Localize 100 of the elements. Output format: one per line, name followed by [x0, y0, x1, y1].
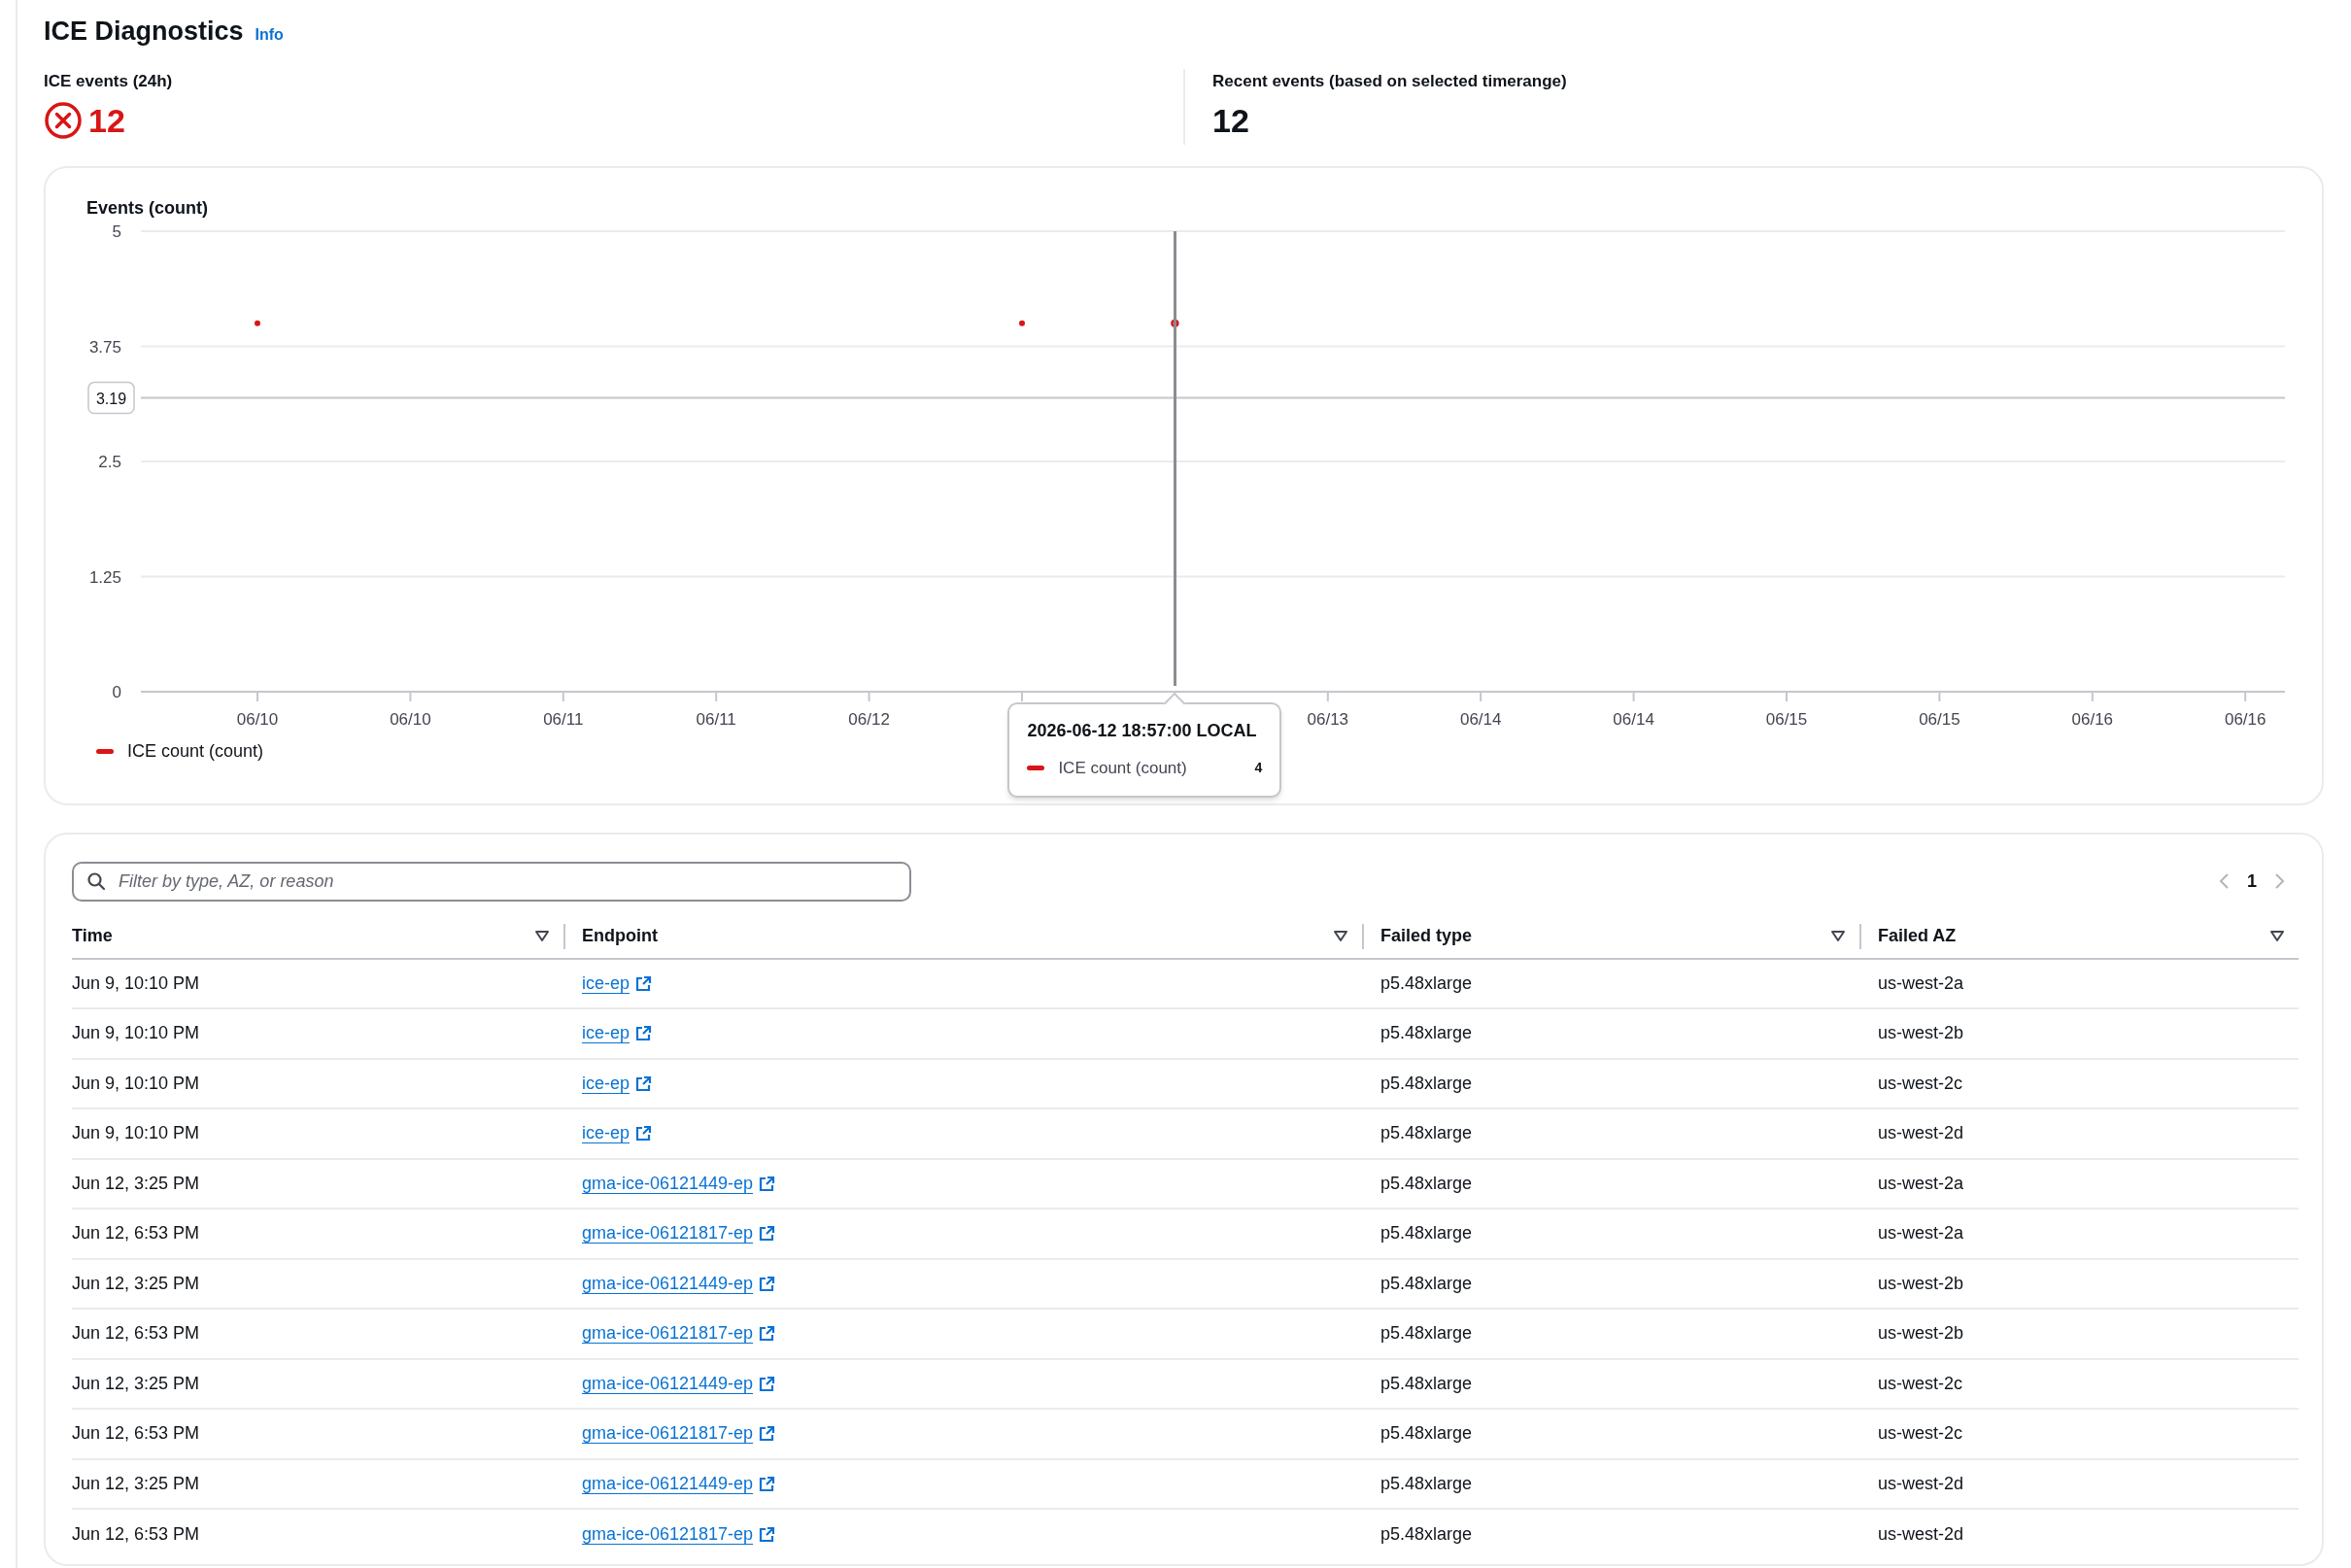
endpoint-link[interactable]: gma-ice-06121817-ep: [582, 1320, 754, 1347]
x-tick-mark: [2091, 690, 2094, 702]
page-title: ICE Diagnostics: [44, 16, 244, 48]
column-header[interactable]: Endpoint: [565, 921, 1362, 951]
external-link-icon: [759, 1375, 776, 1392]
y-tick-label: 3.75: [88, 337, 121, 356]
external-link-icon: [759, 1175, 776, 1192]
table-cell-text: p5.48xlarge: [1380, 1422, 1473, 1446]
endpoint-link[interactable]: gma-ice-06121449-ep: [582, 1270, 754, 1297]
table-cell-text: us-west-2c: [1878, 1372, 1963, 1395]
external-link-icon: [635, 974, 653, 992]
x-tick-label: 06/16: [2224, 709, 2266, 729]
x-tick-label: 06/10: [236, 709, 279, 729]
table-cell-text: Jun 9, 10:10 PM: [72, 971, 200, 995]
table-cell-text: p5.48xlarge: [1380, 1172, 1473, 1195]
table-cell-text: p5.48xlarge: [1380, 1523, 1473, 1547]
data-point: [1019, 320, 1025, 326]
sort-triangle-icon: [1333, 930, 1348, 942]
endpoint-link[interactable]: gma-ice-06121449-ep: [582, 1370, 754, 1397]
x-tick-label: 06/10: [390, 709, 431, 729]
sort-triangle-icon: [2269, 930, 2285, 942]
column-header[interactable]: Time: [72, 921, 563, 951]
x-tick-label: 06/14: [1613, 709, 1654, 729]
endpoint-link[interactable]: gma-ice-06121449-ep: [582, 1470, 754, 1497]
table-cell-text: p5.48xlarge: [1380, 1222, 1473, 1245]
table-cell-text: p5.48xlarge: [1380, 971, 1473, 995]
endpoint-link[interactable]: gma-ice-06121817-ep: [582, 1521, 754, 1549]
x-tick-label: 06/12: [848, 709, 890, 729]
table-cell-text: us-west-2b: [1878, 1322, 1964, 1346]
x-tick-mark: [1632, 690, 1635, 702]
table-cell-text: us-west-2d: [1878, 1122, 1964, 1145]
x-tick-label: 06/11: [696, 709, 736, 729]
table-cell-text: us-west-2a: [1878, 1222, 1964, 1245]
endpoint-link[interactable]: gma-ice-06121817-ep: [582, 1420, 754, 1448]
endpoint-link[interactable]: ice-ep: [582, 1120, 630, 1147]
x-tick-label: 06/13: [1307, 709, 1349, 729]
metric-label: ICE events (24h): [44, 70, 174, 92]
x-tick-mark: [409, 690, 412, 702]
ref-line-label: 3.19: [95, 390, 127, 407]
highlighted-point: [1171, 319, 1179, 327]
x-tick-mark: [2244, 690, 2247, 702]
table-cell-text: Jun 12, 6:53 PM: [72, 1222, 200, 1245]
external-link-icon: [759, 1425, 776, 1443]
crosshair-value-label: 3.19: [87, 381, 135, 414]
table-cell-text: p5.48xlarge: [1380, 1372, 1473, 1395]
x-tick-mark: [1326, 690, 1329, 702]
endpoint-link[interactable]: ice-ep: [582, 1020, 630, 1047]
table-cell-text: us-west-2d: [1878, 1523, 1964, 1547]
external-link-icon: [759, 1275, 776, 1292]
endpoint-link[interactable]: gma-ice-06121449-ep: [582, 1170, 754, 1197]
endpoint-link[interactable]: ice-ep: [582, 1070, 630, 1097]
table-cell-text: Jun 12, 3:25 PM: [72, 1172, 200, 1195]
y-tick-label: 2.5: [98, 452, 121, 471]
tooltip-value: 4: [1254, 758, 1263, 777]
table-cell-text: p5.48xlarge: [1380, 1072, 1473, 1095]
x-tick-mark: [256, 690, 258, 702]
data-point: [255, 320, 260, 326]
tooltip-title: 2026-06-12 18:57:00 LOCAL: [1027, 719, 1258, 742]
table-cell-text: Jun 12, 3:25 PM: [72, 1372, 200, 1395]
table-cell-text: Jun 9, 10:10 PM: [72, 1122, 200, 1145]
external-link-icon: [759, 1325, 776, 1343]
x-tick-label: 06/14: [1459, 709, 1502, 729]
metric-value: 12: [1212, 101, 1249, 141]
table-cell-text: p5.48xlarge: [1380, 1272, 1473, 1295]
table-cell-text: us-west-2a: [1878, 1172, 1964, 1195]
chevron-right-icon: [2274, 872, 2286, 890]
endpoint-link[interactable]: ice-ep: [582, 970, 630, 997]
metric-label: Recent events (based on selected timerange): [1212, 70, 1567, 92]
column-header[interactable]: Failed type: [1364, 921, 1859, 951]
table-cell-text: p5.48xlarge: [1380, 1022, 1473, 1045]
x-tick-mark: [1786, 690, 1788, 702]
y-tick-label: 0: [112, 682, 121, 701]
page-number[interactable]: 1: [2247, 868, 2257, 895]
table-cell-text: us-west-2a: [1878, 971, 1964, 995]
table-cell-text: us-west-2d: [1878, 1472, 1964, 1495]
x-tick-mark: [562, 690, 564, 702]
x-tick-label: 06/15: [1765, 709, 1808, 729]
table-cell-text: us-west-2b: [1878, 1272, 1964, 1295]
x-tick-mark: [1480, 690, 1482, 702]
table-cell-text: Jun 12, 6:53 PM: [72, 1322, 200, 1346]
table-cell-text: p5.48xlarge: [1380, 1472, 1473, 1495]
table-cell-text: Jun 9, 10:10 PM: [72, 1022, 200, 1045]
external-link-icon: [635, 1074, 653, 1092]
table-cell-text: Jun 9, 10:10 PM: [72, 1072, 200, 1095]
x-tick-label: 06/11: [543, 709, 584, 729]
sort-triangle-icon: [1830, 930, 1846, 942]
table-cell-text: p5.48xlarge: [1380, 1122, 1473, 1145]
external-link-icon: [759, 1526, 776, 1544]
table-cell-text: us-west-2c: [1878, 1422, 1963, 1446]
search-field[interactable]: Filter by type, AZ, or reason: [72, 861, 911, 902]
search-icon: [86, 870, 106, 891]
column-header[interactable]: Failed AZ: [1861, 921, 2299, 951]
external-link-icon: [635, 1025, 653, 1042]
chevron-left-icon: [2218, 872, 2230, 890]
x-tick-mark: [1938, 690, 1941, 702]
table-cell-text: p5.48xlarge: [1380, 1322, 1473, 1346]
info-link[interactable]: Info: [255, 23, 284, 47]
error-icon: [44, 101, 83, 140]
table-cell-text: us-west-2c: [1878, 1072, 1963, 1095]
endpoint-link[interactable]: gma-ice-06121817-ep: [582, 1220, 754, 1247]
